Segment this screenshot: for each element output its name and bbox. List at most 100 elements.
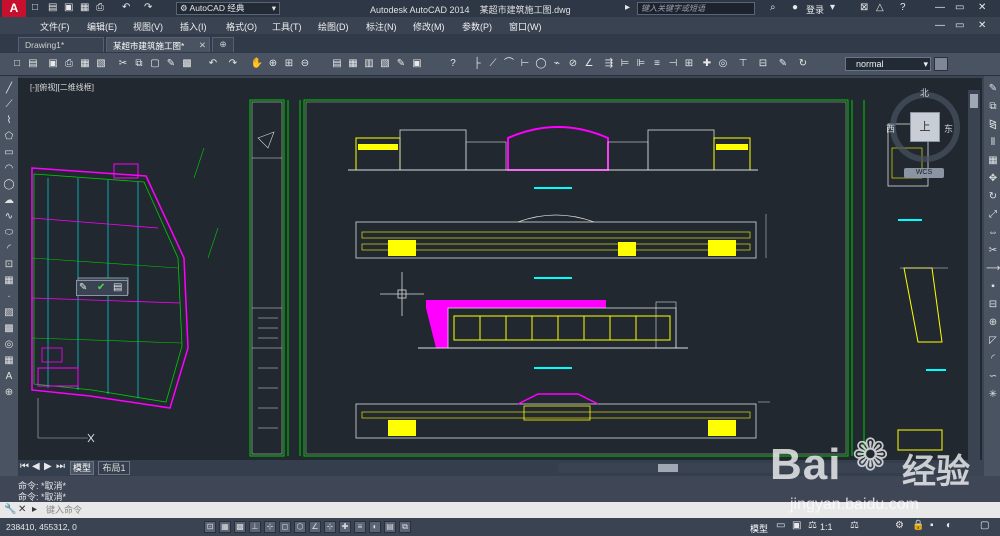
new-tab-button[interactable]: ⊕ <box>212 37 234 52</box>
help-icon[interactable]: ? <box>446 57 460 71</box>
first-layout-icon[interactable]: ⏮ <box>20 461 29 473</box>
ellipse-icon[interactable]: ⬭ <box>2 226 16 240</box>
save-file-icon[interactable]: ▣ <box>46 57 60 71</box>
saveas-icon[interactable]: ▦ <box>80 2 89 14</box>
tolerance-icon[interactable]: ⊞ <box>682 57 696 71</box>
multiline-text-icon[interactable]: A <box>2 370 16 384</box>
calc-icon[interactable]: ▣ <box>410 57 424 71</box>
last-layout-icon[interactable]: ⏭ <box>56 461 65 473</box>
print-icon[interactable]: ⎙ <box>62 57 76 71</box>
dynamic-ucs-icon[interactable]: ⊹ <box>324 521 336 533</box>
save-icon[interactable]: ▣ <box>64 2 73 14</box>
continue-dim-icon[interactable]: ⊫ <box>634 57 648 71</box>
inspect-icon[interactable]: ◎ <box>716 57 730 71</box>
erase-icon[interactable]: ✎ <box>986 82 1000 96</box>
autodesk-360-icon[interactable]: △ <box>876 2 884 14</box>
add-selected-icon[interactable]: ⊕ <box>2 386 16 400</box>
insert-block-icon[interactable]: ⊡ <box>2 258 16 272</box>
menu-view[interactable]: 视图(V) <box>133 20 163 33</box>
menu-edit[interactable]: 编辑(E) <box>87 20 117 33</box>
prev-layout-icon[interactable]: ◀ <box>32 461 40 473</box>
dim-space-icon[interactable]: ≡ <box>650 57 664 71</box>
break-point-icon[interactable]: ▪ <box>986 280 1000 294</box>
workspace-switch-icon[interactable]: ⚙ <box>895 520 904 532</box>
annotation-scale-value[interactable]: 1:1 <box>820 522 833 532</box>
pan-icon[interactable]: ✋ <box>250 57 264 71</box>
preview-icon[interactable]: ▦ <box>78 57 92 71</box>
autocad-logo-icon[interactable]: A <box>2 0 26 17</box>
gradient-icon[interactable]: ▩ <box>2 322 16 336</box>
text-style-manager-button[interactable] <box>934 57 948 71</box>
dim-text-edit-icon[interactable]: ✎ <box>776 57 790 71</box>
layout-tab-model[interactable]: 模型 <box>70 461 94 475</box>
rectangle-icon[interactable]: ▭ <box>2 146 16 160</box>
login-label[interactable]: 登录 <box>806 3 824 16</box>
explode-icon[interactable]: ✳ <box>986 388 1000 402</box>
layout-tab-layout1[interactable]: 布局1 <box>98 461 130 475</box>
publish-icon[interactable]: ▧ <box>94 57 108 71</box>
array-icon[interactable]: ▦ <box>986 154 1000 168</box>
doc-close-icon[interactable]: ✕ <box>978 20 986 32</box>
scale-icon[interactable]: ⤢ <box>986 208 1000 222</box>
hscroll-thumb[interactable] <box>658 464 678 472</box>
table-icon[interactable]: ▦ <box>2 354 16 368</box>
annotation-scale-icon[interactable]: ⚖ <box>808 520 817 532</box>
transparency-icon[interactable]: ◐ <box>369 521 381 533</box>
stretch-icon[interactable]: ⇔ <box>986 226 1000 240</box>
zoom-window-icon[interactable]: ⊞ <box>282 57 296 71</box>
make-block-icon[interactable]: ▦ <box>2 274 16 288</box>
trim-icon[interactable]: ✂ <box>986 244 1000 258</box>
user-icon[interactable]: ● <box>792 2 798 14</box>
menu-draw[interactable]: 绘图(D) <box>318 20 349 33</box>
dim-edit-icon[interactable]: ⊟ <box>756 57 770 71</box>
vertical-scrollbar[interactable] <box>968 90 980 460</box>
workspace-dropdown[interactable]: ⚙ AutoCAD 经典 ▾ <box>176 2 280 15</box>
match-prop-icon[interactable]: ✎ <box>164 57 178 71</box>
undo-icon[interactable]: ↶ <box>206 57 220 71</box>
arc-length-icon[interactable]: ⌒ <box>502 57 516 71</box>
ellipse-arc-icon[interactable]: ◜ <box>2 242 16 256</box>
infer-constraints-icon[interactable]: ⊡ <box>204 521 216 533</box>
baseline-dim-icon[interactable]: ⊨ <box>618 57 632 71</box>
menu-tools[interactable]: 工具(T) <box>272 20 302 33</box>
revision-cloud-icon[interactable]: ☁ <box>2 194 16 208</box>
drawing-canvas[interactable]: [-][俯视][二维线框] ✎ ✔ ▤ 上 北 西 东 WCS <box>18 78 982 460</box>
isolate-objects-icon[interactable]: ◐ <box>946 520 952 532</box>
new-file-icon[interactable]: □ <box>10 57 24 71</box>
print-icon[interactable]: ⎙ <box>96 2 104 14</box>
angular-dim-icon[interactable]: ∠ <box>582 57 596 71</box>
polar-tracking-icon[interactable]: ⊹ <box>264 521 276 533</box>
center-mark-icon[interactable]: ✚ <box>700 57 714 71</box>
open-icon[interactable]: ▤ <box>48 2 57 14</box>
lineweight-icon[interactable]: ≡ <box>354 521 366 533</box>
menu-chevron-icon[interactable]: ▸ <box>625 2 630 14</box>
menu-file[interactable]: 文件(F) <box>40 20 70 33</box>
line-icon[interactable]: ╱ <box>2 82 16 96</box>
recent-commands-icon[interactable]: ▸ <box>32 504 37 516</box>
copy-icon[interactable]: ⧉ <box>132 57 146 71</box>
edit-icon[interactable]: ✎ <box>79 282 87 294</box>
region-icon[interactable]: ◎ <box>2 338 16 352</box>
open-file-icon[interactable]: ▤ <box>26 57 40 71</box>
properties-icon[interactable]: ▤ <box>330 57 344 71</box>
menu-window[interactable]: 窗口(W) <box>509 20 542 33</box>
linear-dim-icon[interactable]: ├ <box>470 57 484 71</box>
polyline-icon[interactable]: ⌇ <box>2 114 16 128</box>
quick-view-layouts-icon[interactable]: ▭ <box>776 520 785 532</box>
rotate-icon[interactable]: ↻ <box>986 190 1000 204</box>
grid-display-icon[interactable]: ▩ <box>234 521 246 533</box>
3d-osnap-icon[interactable]: ⬡ <box>294 521 306 533</box>
paste-icon[interactable]: ▢ <box>148 57 162 71</box>
radius-dim-icon[interactable]: ◯ <box>534 57 548 71</box>
menu-parameter[interactable]: 参数(P) <box>462 20 492 33</box>
clean-screen-icon[interactable]: ▢ <box>980 520 989 532</box>
model-space-button[interactable]: 模型 <box>750 522 768 535</box>
close-icon[interactable]: ✕ <box>978 2 986 14</box>
point-icon[interactable]: · <box>2 290 16 304</box>
break-icon[interactable]: ⊟ <box>986 298 1000 312</box>
mirror-icon[interactable]: ⧎ <box>986 118 1000 132</box>
object-snap-icon[interactable]: ◻ <box>279 521 291 533</box>
tool-palettes-icon[interactable]: ▥ <box>362 57 376 71</box>
dim-update-icon[interactable]: ↻ <box>796 57 810 71</box>
redo-icon[interactable]: ↷ <box>144 2 152 14</box>
